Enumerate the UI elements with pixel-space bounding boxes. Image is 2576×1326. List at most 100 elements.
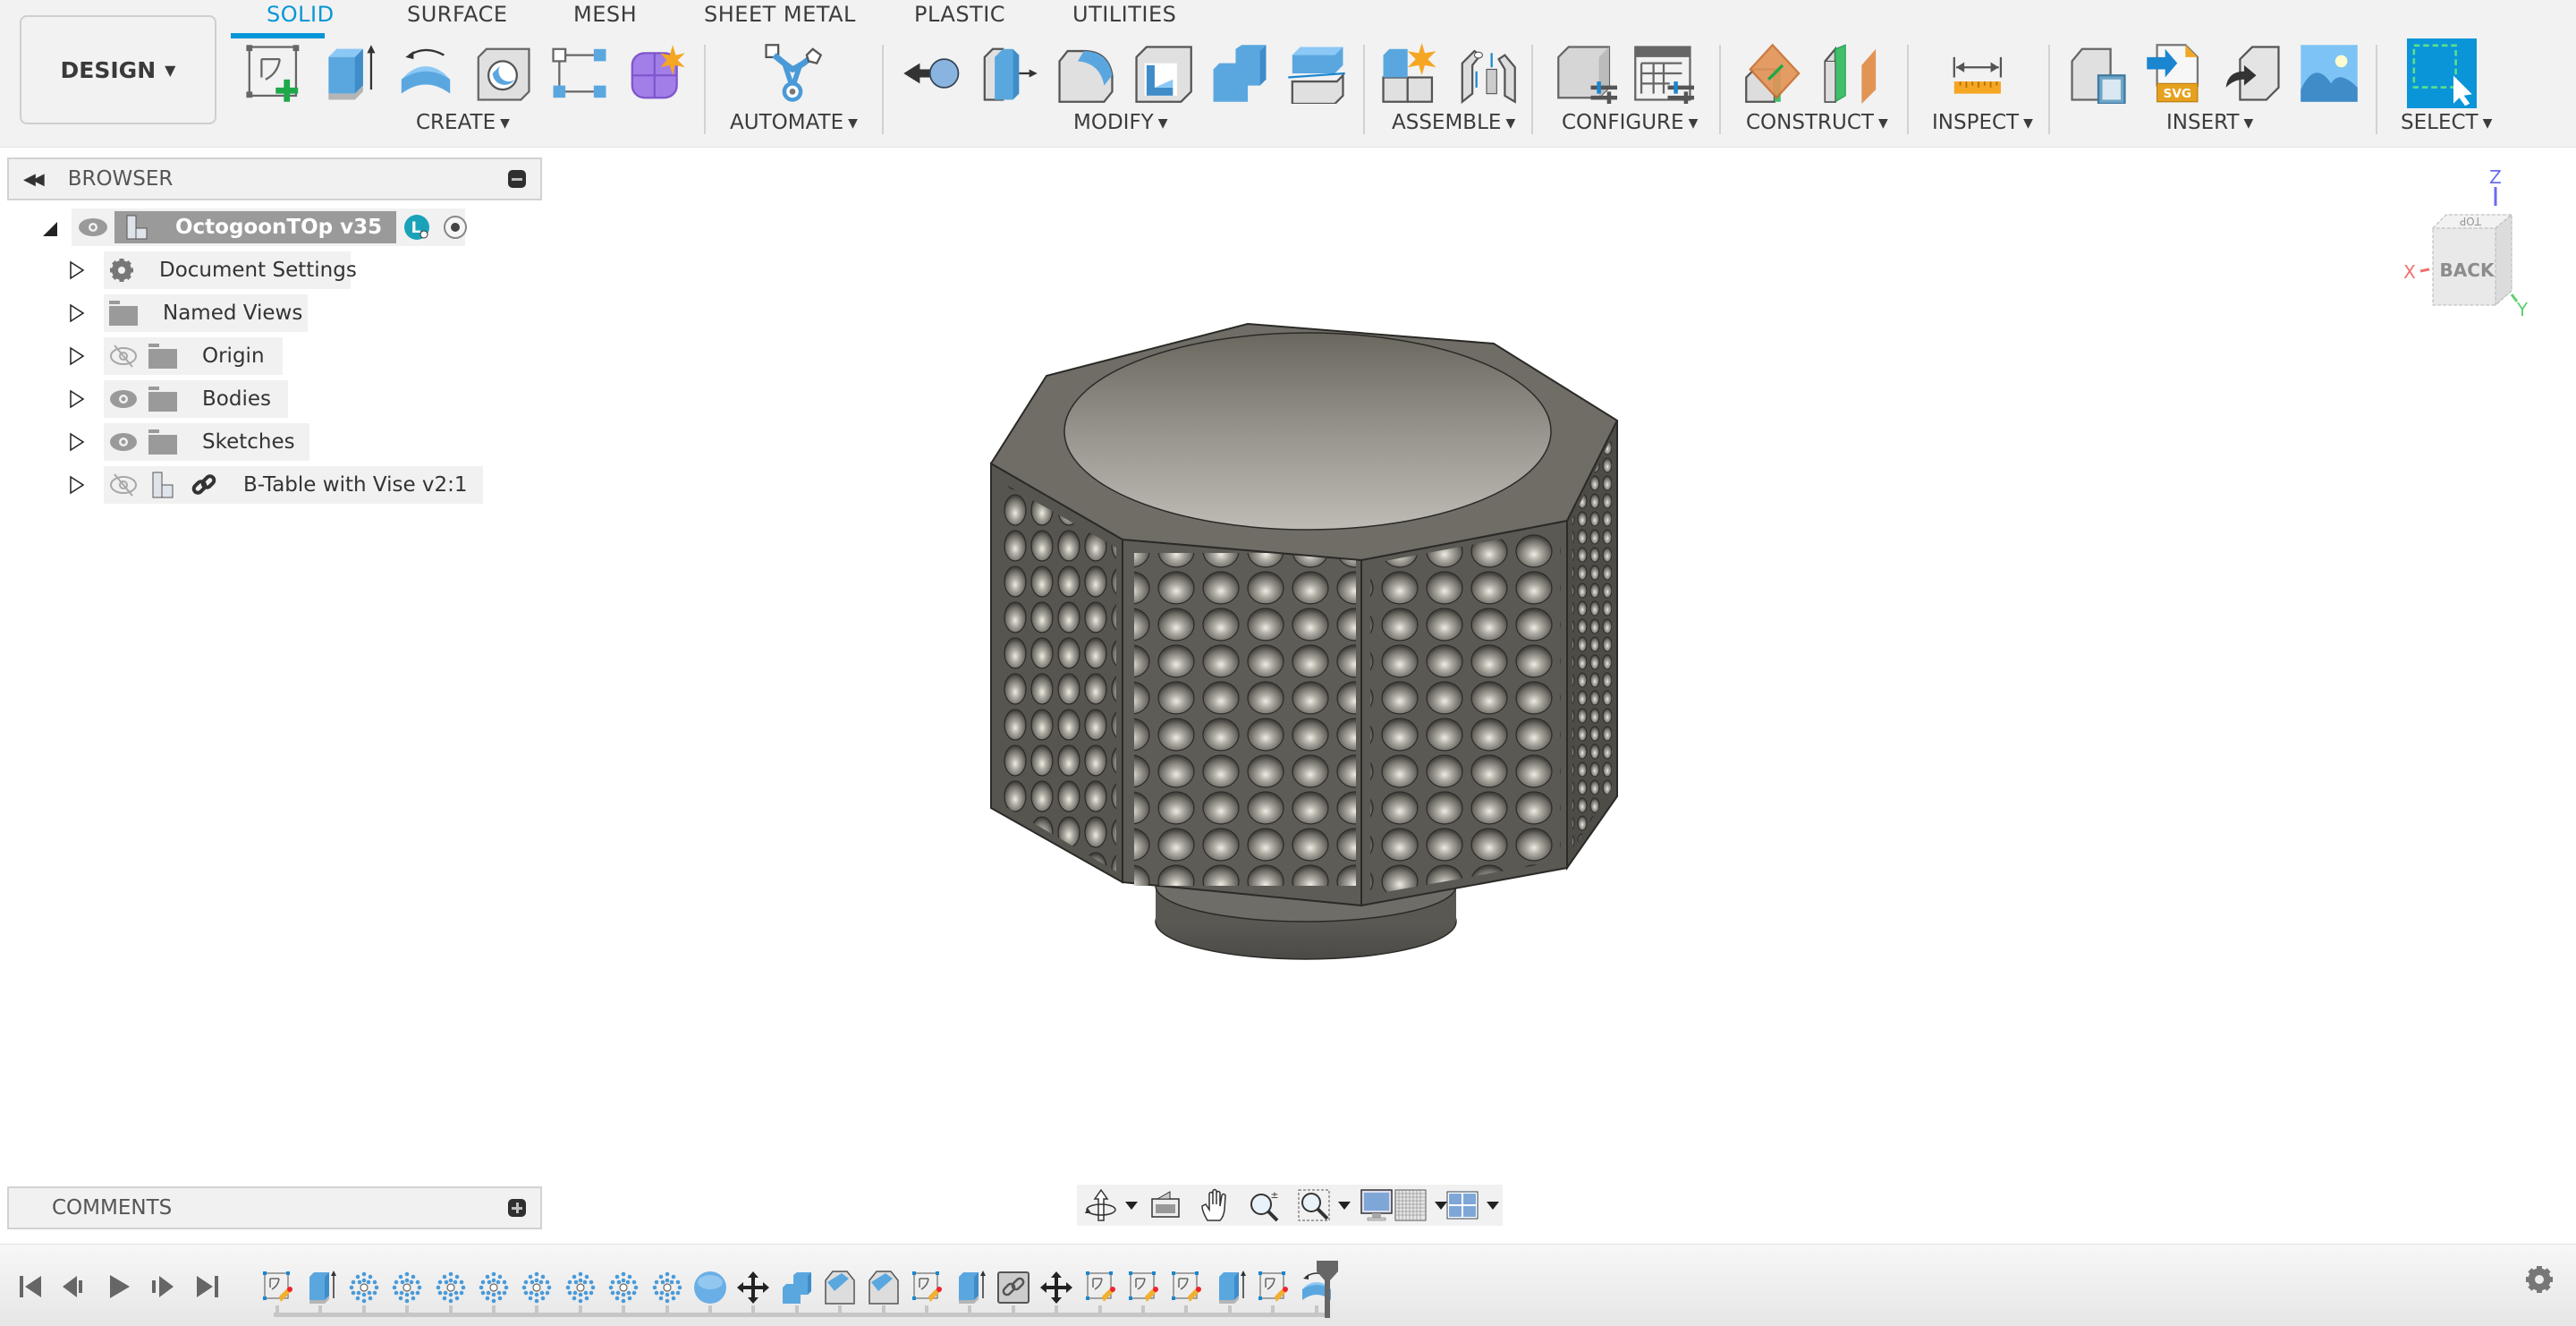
- timeline-feature-pattern[interactable]: [519, 1270, 555, 1305]
- timeline-go-to-start-button[interactable]: [18, 1273, 45, 1300]
- expand-comments-button[interactable]: [508, 1199, 526, 1217]
- collapsed-triangle-icon[interactable]: [66, 431, 88, 453]
- combine-button[interactable]: [1208, 41, 1272, 106]
- viewcube-face-label[interactable]: BACK: [2440, 259, 2496, 281]
- zoom-button[interactable]: ±: [1247, 1188, 1281, 1222]
- new-component-button[interactable]: [1377, 41, 1442, 106]
- sketches-item[interactable]: Sketches: [104, 423, 309, 461]
- visibility-eye-icon[interactable]: [77, 215, 109, 240]
- timeline-feature-extrude[interactable]: [302, 1270, 338, 1305]
- extrude-button[interactable]: [317, 41, 381, 106]
- bodies-item[interactable]: Bodies: [104, 380, 288, 418]
- shell-button[interactable]: [1131, 41, 1195, 106]
- split-body-button[interactable]: [1284, 41, 1349, 106]
- automated-modeling-button[interactable]: [760, 41, 825, 106]
- viewcube[interactable]: BACK TOP Z X Y: [2397, 166, 2540, 318]
- press-pull-button[interactable]: [900, 41, 964, 106]
- timeline-feature-pattern[interactable]: [433, 1270, 469, 1305]
- fit-button[interactable]: [1297, 1188, 1351, 1222]
- timeline-feature-sketch[interactable]: [1125, 1270, 1161, 1305]
- collapse-panel-icon[interactable]: ◀◀: [23, 170, 45, 189]
- fillet-button[interactable]: [1054, 41, 1118, 106]
- timeline-feature-pattern[interactable]: [606, 1270, 641, 1305]
- visibility-eye-icon[interactable]: [109, 387, 138, 412]
- modify-menu[interactable]: MODIFY ▼: [1073, 111, 1168, 134]
- insert-decal-button[interactable]: [2066, 41, 2131, 106]
- create-menu[interactable]: CREATE ▼: [416, 111, 510, 134]
- linked-component-item[interactable]: B-Table with Vise v2:1: [104, 466, 483, 504]
- assemble-menu[interactable]: ASSEMBLE ▼: [1392, 111, 1515, 134]
- visibility-eye-icon[interactable]: [109, 429, 138, 455]
- tab-utilities[interactable]: UTILITIES: [1072, 2, 1176, 27]
- tab-sheet-metal[interactable]: SHEET METAL: [704, 2, 856, 27]
- named-views-item[interactable]: Named Views: [104, 294, 308, 332]
- visibility-hidden-eye-icon[interactable]: [109, 472, 138, 497]
- timeline-feature-extrude[interactable]: [1212, 1270, 1248, 1305]
- timeline-feature-pattern[interactable]: [346, 1270, 382, 1305]
- configure-menu[interactable]: CONFIGURE ▼: [1562, 111, 1698, 134]
- timeline-feature-pattern[interactable]: [389, 1270, 425, 1305]
- origin-item[interactable]: Origin: [104, 337, 283, 375]
- timeline-playhead-marker[interactable]: [1317, 1261, 1338, 1318]
- pan-button[interactable]: [1199, 1188, 1233, 1222]
- select-menu[interactable]: SELECT ▼: [2401, 111, 2492, 134]
- construct-menu[interactable]: CONSTRUCT ▼: [1746, 111, 1888, 134]
- timeline-go-to-end-button[interactable]: [193, 1273, 220, 1300]
- timeline-step-back-button[interactable]: [61, 1273, 88, 1300]
- timeline-feature-pattern[interactable]: [649, 1270, 685, 1305]
- workspace-switcher-button[interactable]: DESIGN ▼: [20, 15, 216, 124]
- collapsed-triangle-icon[interactable]: [66, 302, 88, 324]
- midplane-button[interactable]: [1819, 41, 1884, 106]
- visibility-hidden-eye-icon[interactable]: [109, 344, 138, 369]
- joint-button[interactable]: [1454, 41, 1519, 106]
- timeline-feature-pattern[interactable]: [476, 1270, 512, 1305]
- activate-radio-icon[interactable]: [443, 215, 468, 240]
- collapsed-triangle-icon[interactable]: [66, 259, 88, 281]
- revolve-button[interactable]: [394, 41, 458, 106]
- timeline-settings-gear-icon[interactable]: [2524, 1264, 2555, 1295]
- timeline-feature-extrude[interactable]: [952, 1270, 987, 1305]
- tab-solid[interactable]: SOLID: [267, 2, 335, 27]
- grid-snaps-button[interactable]: [1394, 1188, 1447, 1222]
- viewports-button[interactable]: [1445, 1188, 1499, 1222]
- collapsed-triangle-icon[interactable]: [66, 474, 88, 496]
- timeline-feature-sketch[interactable]: [909, 1270, 945, 1305]
- configure-model-button[interactable]: [1555, 41, 1619, 106]
- timeline-feature-chamfer[interactable]: [822, 1270, 858, 1305]
- orbit-button[interactable]: [1084, 1188, 1138, 1222]
- tab-surface[interactable]: SURFACE: [407, 2, 508, 27]
- timeline-play-button[interactable]: [106, 1273, 132, 1300]
- timeline-feature-chamfer[interactable]: [866, 1270, 902, 1305]
- timeline-feature-sketch[interactable]: [1255, 1270, 1291, 1305]
- timeline-step-forward-button[interactable]: [148, 1273, 175, 1300]
- inspect-menu[interactable]: INSPECT ▼: [1932, 111, 2033, 134]
- octagon-knob-model[interactable]: [975, 313, 1637, 1029]
- window-select-button[interactable]: [2406, 38, 2478, 109]
- offset-face-button[interactable]: [977, 41, 1041, 106]
- expanded-triangle-icon[interactable]: [39, 218, 61, 240]
- timeline-feature-move[interactable]: [735, 1270, 771, 1305]
- collapsed-triangle-icon[interactable]: [66, 388, 88, 410]
- measure-button[interactable]: [1946, 41, 2011, 106]
- timeline-feature-sphere[interactable]: [692, 1270, 728, 1305]
- collapsed-triangle-icon[interactable]: [66, 345, 88, 367]
- offset-plane-button[interactable]: [1742, 41, 1807, 106]
- timeline-feature-sketch[interactable]: [1082, 1270, 1118, 1305]
- timeline-feature-move[interactable]: [1038, 1270, 1074, 1305]
- insert-menu[interactable]: INSERT ▼: [2166, 111, 2253, 134]
- canvas-button[interactable]: [2297, 41, 2361, 106]
- minimize-panel-button[interactable]: [508, 170, 526, 188]
- create-sketch-button[interactable]: [242, 41, 306, 106]
- insert-svg-button[interactable]: SVG: [2143, 41, 2207, 106]
- insert-mesh-button[interactable]: [2220, 41, 2284, 106]
- document-settings-item[interactable]: Document Settings: [104, 251, 357, 289]
- user-badge-icon[interactable]: L: [403, 214, 430, 241]
- tab-mesh[interactable]: MESH: [573, 2, 637, 27]
- timeline-feature-sketch[interactable]: [259, 1270, 295, 1305]
- timeline-feature-sketch[interactable]: [1168, 1270, 1204, 1305]
- hole-button[interactable]: [470, 41, 535, 106]
- browser-root-item[interactable]: OctogoonTOp v35 L: [72, 208, 468, 246]
- timeline-feature-pattern[interactable]: [563, 1270, 598, 1305]
- create-form-button[interactable]: [624, 41, 689, 106]
- tab-plastic[interactable]: PLASTIC: [914, 2, 1005, 27]
